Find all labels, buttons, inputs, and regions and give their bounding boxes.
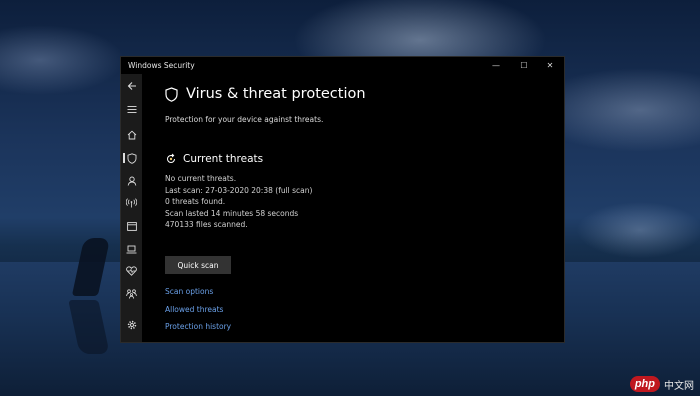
threat-status-line: No current threats.	[165, 174, 237, 183]
files-scanned-line: 470133 files scanned.	[165, 220, 248, 229]
allowed-threats-link[interactable]: Allowed threats	[165, 305, 223, 314]
protection-history-link[interactable]: Protection history	[165, 322, 231, 331]
watermark-text: 中文网	[664, 380, 694, 392]
sidebar-item-device-security[interactable]	[121, 240, 142, 258]
home-icon	[127, 130, 136, 140]
threats-found-line: 0 threats found.	[165, 197, 226, 206]
sidebar-item-virus-threat-protection[interactable]	[121, 149, 142, 167]
sidebar-item-settings[interactable]	[121, 316, 142, 334]
wifi-antenna-icon	[126, 198, 137, 208]
sidebar-item-home[interactable]	[121, 126, 142, 144]
refresh-shield-icon	[167, 153, 175, 163]
back-button[interactable]	[121, 77, 142, 95]
scan-options-link[interactable]: Scan options	[165, 287, 213, 296]
watermark: php 中文网	[629, 376, 694, 392]
close-button[interactable]: ✕	[536, 57, 564, 74]
quick-scan-button[interactable]: Quick scan	[165, 256, 231, 274]
title-bar[interactable]: Windows Security — ☐ ✕	[121, 57, 564, 74]
menu-button[interactable]	[121, 100, 142, 118]
sidebar-item-device-performance-health[interactable]	[121, 262, 142, 280]
windows-security-window: Windows Security — ☐ ✕ Virus & threat pr…	[121, 57, 564, 342]
scan-duration-line: Scan lasted 14 minutes 58 seconds	[165, 209, 299, 218]
shield-icon	[127, 152, 136, 164]
person-icon	[127, 176, 136, 186]
current-threats-heading-text: Current threats	[183, 153, 264, 165]
sidebar	[121, 74, 142, 342]
hamburger-menu-icon	[127, 105, 136, 113]
sidebar-item-family-options[interactable]	[121, 285, 142, 303]
page-title-text: Virus & threat protection	[186, 86, 366, 102]
current-threats-heading: Current threats	[165, 153, 263, 165]
watermark-logo: php	[629, 376, 660, 392]
family-icon	[126, 289, 137, 299]
page-title: Virus & threat protection	[165, 86, 366, 102]
sidebar-item-app-browser-control[interactable]	[121, 217, 142, 235]
window-title: Windows Security	[128, 61, 195, 70]
page-subtitle: Protection for your device against threa…	[165, 115, 324, 124]
last-scan-line: Last scan: 27-03-2020 20:38 (full scan)	[165, 186, 313, 195]
sidebar-item-account-protection[interactable]	[121, 172, 142, 190]
arrow-left-icon	[127, 82, 136, 90]
laptop-icon	[126, 245, 137, 253]
app-window-icon	[126, 221, 137, 231]
maximize-button[interactable]: ☐	[510, 57, 538, 74]
main-content: Virus & threat protection Protection for…	[142, 74, 564, 342]
heart-icon	[126, 266, 137, 276]
gear-icon	[127, 320, 136, 330]
minimize-button[interactable]: —	[482, 57, 510, 74]
sidebar-item-firewall-network[interactable]	[121, 194, 142, 212]
shield-icon	[165, 86, 178, 102]
